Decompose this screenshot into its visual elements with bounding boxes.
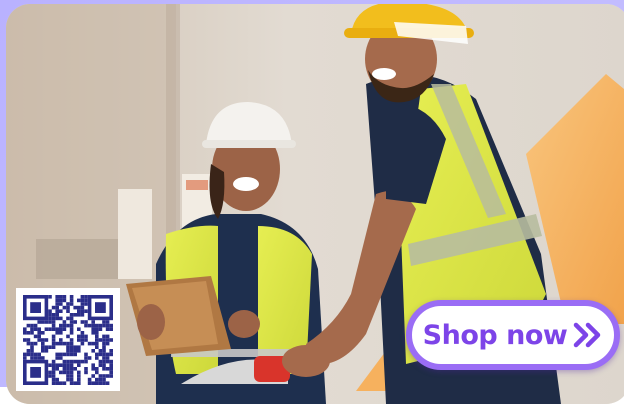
shop-now-label: Shop now xyxy=(422,319,568,351)
ad-banner[interactable]: Shop now xyxy=(6,4,624,404)
qr-code-icon[interactable] xyxy=(16,288,120,391)
double-chevron-right-icon xyxy=(574,322,601,348)
shop-now-button[interactable]: Shop now xyxy=(406,300,620,370)
